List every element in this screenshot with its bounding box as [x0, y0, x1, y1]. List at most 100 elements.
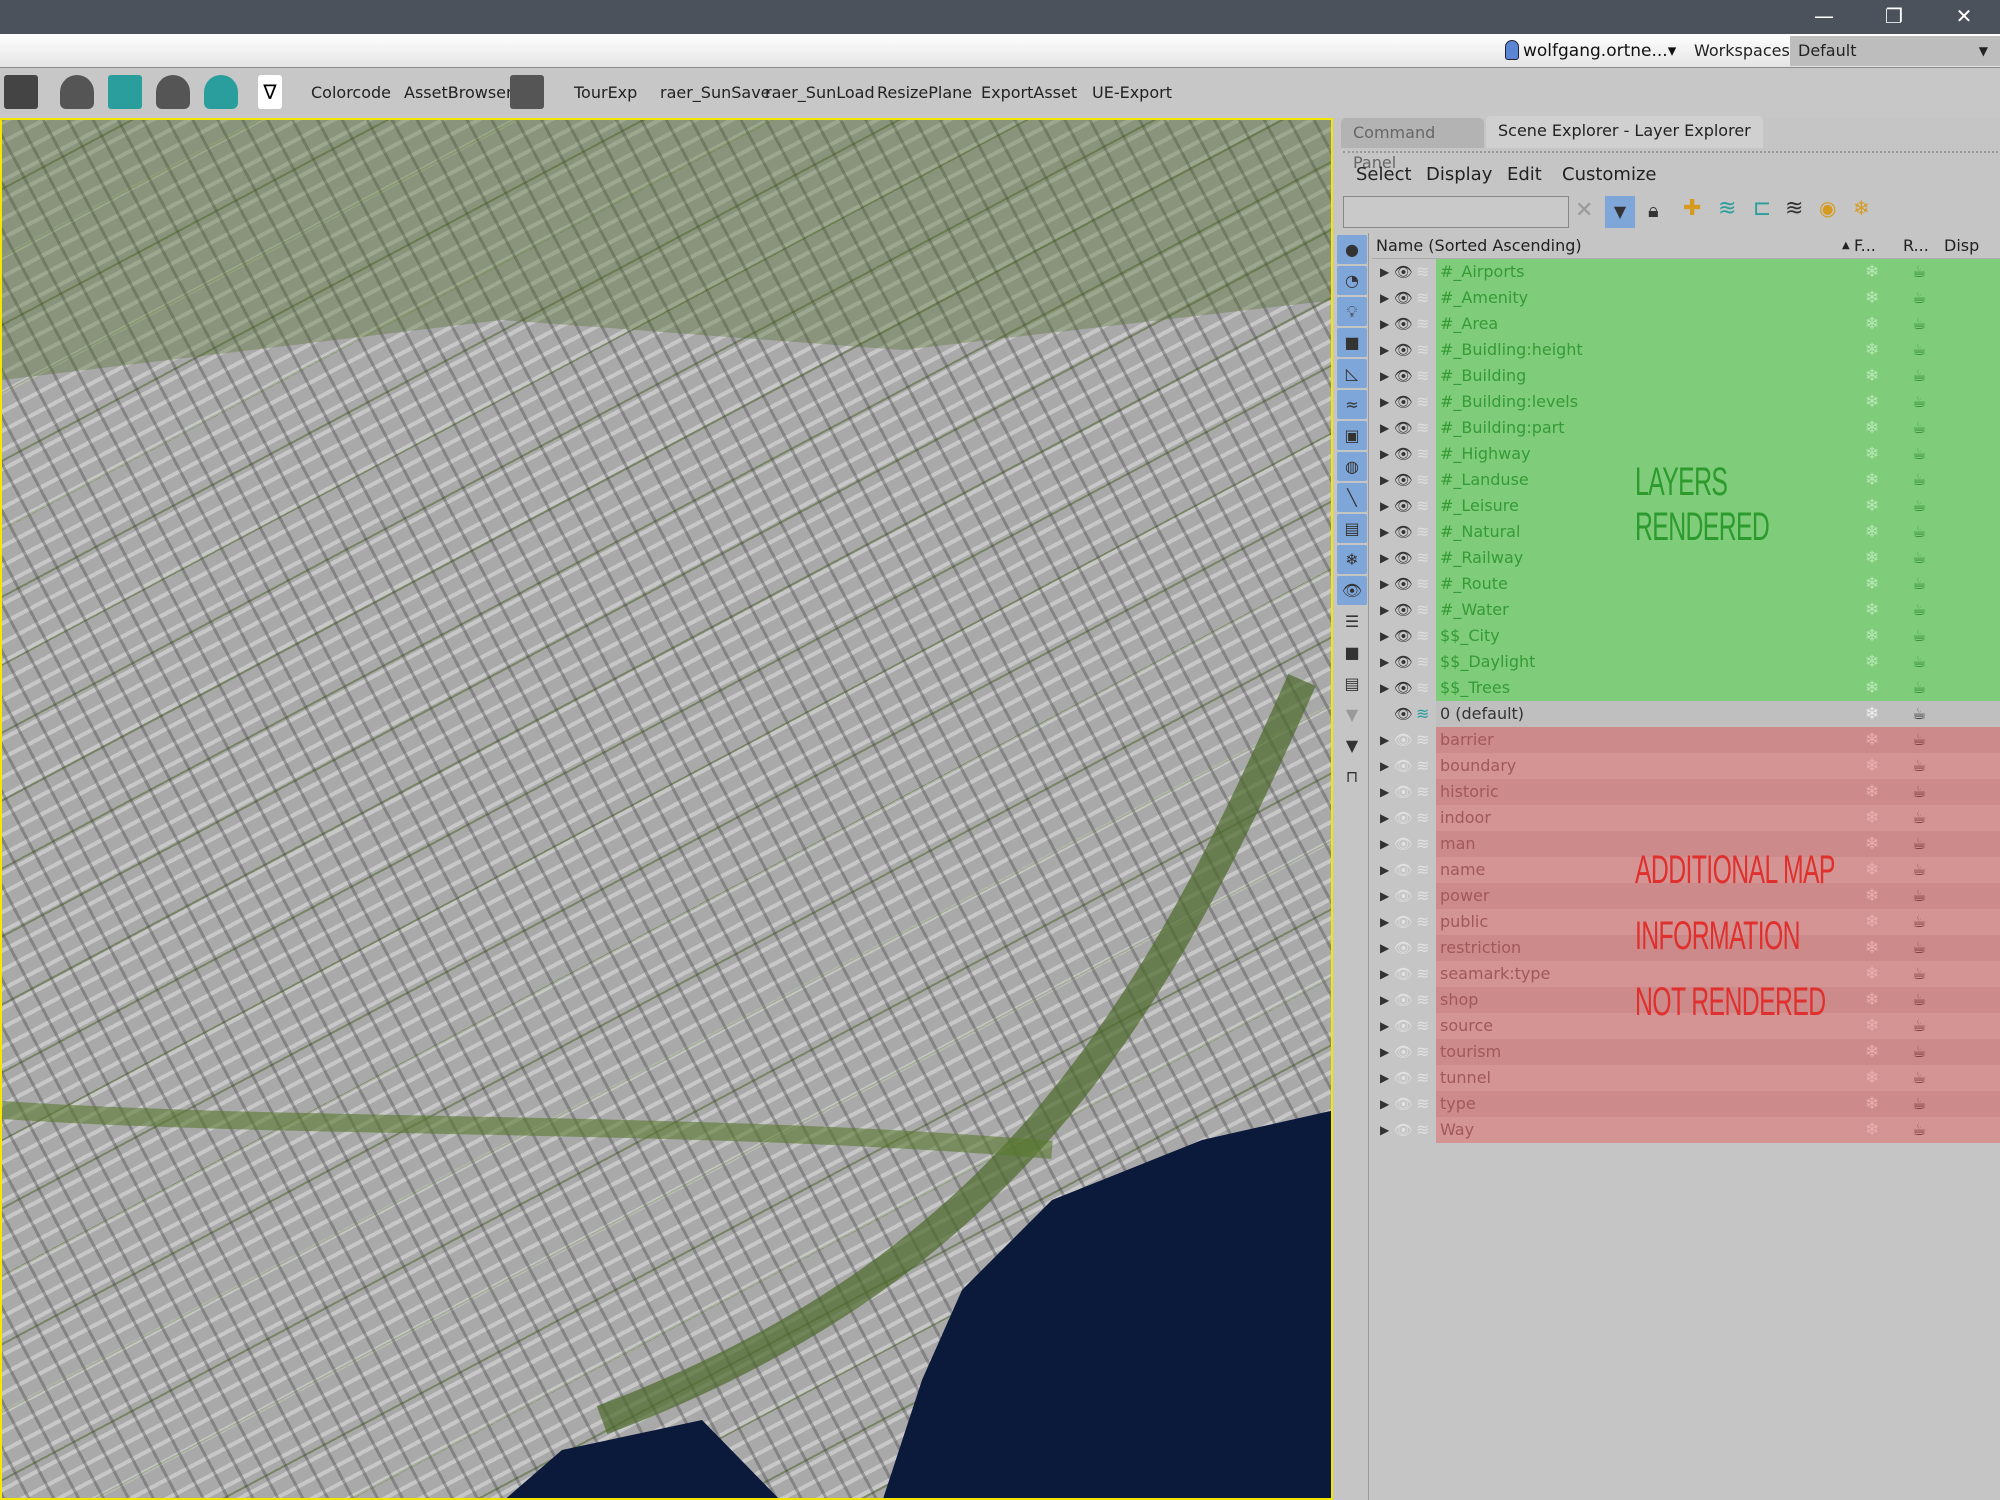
visibility-eye-icon[interactable]: 👁︎	[1394, 1065, 1413, 1091]
visibility-eye-icon[interactable]: 👁︎	[1394, 779, 1413, 805]
expand-arrow-icon[interactable]: ▶	[1380, 1117, 1389, 1143]
visibility-eye-icon[interactable]: 👁︎	[1394, 363, 1413, 389]
visibility-eye-icon[interactable]: 👁︎	[1394, 857, 1413, 883]
render-iterative-icon[interactable]	[156, 75, 190, 109]
expand-arrow-icon[interactable]: ▶	[1380, 519, 1389, 545]
hierarchy-icon[interactable]: ⊏	[1753, 196, 1771, 221]
render-teapot-icon[interactable]: ☕︎	[1912, 883, 1926, 909]
move-to-layer-icon[interactable]: ≋	[1718, 196, 1736, 221]
assetbrowser-button[interactable]: AssetBrowser	[404, 68, 513, 118]
column-name[interactable]: Name (Sorted Ascending)	[1376, 233, 1582, 259]
visibility-eye-icon[interactable]: 👁︎	[1394, 675, 1413, 701]
render-teapot-icon[interactable]: ☕︎	[1912, 753, 1926, 779]
menu-customize[interactable]: Customize	[1562, 164, 1656, 185]
render-teapot-icon[interactable]: ☕︎	[1912, 519, 1926, 545]
clear-search-icon[interactable]: ✕	[1575, 198, 1593, 223]
visibility-eye-icon[interactable]: 👁︎	[1394, 961, 1413, 987]
expand-arrow-icon[interactable]: ▶	[1380, 259, 1389, 285]
hidden-filter-icon[interactable]: 👁︎	[1337, 576, 1367, 605]
visibility-eye-icon[interactable]: 👁︎	[1394, 1039, 1413, 1065]
expand-arrow-icon[interactable]: ▶	[1380, 467, 1389, 493]
expand-arrow-icon[interactable]: ▶	[1380, 727, 1389, 753]
visibility-eye-icon[interactable]: 👁︎	[1394, 909, 1413, 935]
expand-arrow-icon[interactable]: ▶	[1380, 675, 1389, 701]
layer-row[interactable]: ▶ 👁︎ ≋ #_Area ❄ ☕︎	[1372, 311, 2000, 337]
render-teapot-icon[interactable]: ☕︎	[1912, 545, 1926, 571]
close-button[interactable]: ✕	[1936, 0, 1992, 34]
display-invert-icon[interactable]: ▤	[1337, 669, 1367, 698]
layer-row[interactable]: ▶ 👁︎ ≋ #_Building:part ❄ ☕︎	[1372, 415, 2000, 441]
expand-arrow-icon[interactable]: ▶	[1380, 753, 1389, 779]
column-render[interactable]: R...	[1903, 233, 1929, 259]
layer-row[interactable]: ▶ 👁︎ ≋ $$_Trees ❄ ☕︎	[1372, 675, 2000, 701]
visibility-eye-icon[interactable]: 👁︎	[1394, 1091, 1413, 1117]
visibility-eye-icon[interactable]: 👁︎	[1394, 389, 1413, 415]
expand-arrow-icon[interactable]: ▶	[1380, 831, 1389, 857]
visibility-eye-icon[interactable]: 👁︎	[1394, 987, 1413, 1013]
expand-arrow-icon[interactable]: ▶	[1380, 441, 1389, 467]
spacewarps-filter-icon[interactable]: ≈	[1337, 390, 1367, 419]
freeze-snowflake-icon[interactable]: ❄	[1865, 909, 1879, 935]
visibility-eye-icon[interactable]: 👁︎	[1394, 805, 1413, 831]
tab-scene-explorer[interactable]: Scene Explorer - Layer Explorer	[1486, 116, 1763, 148]
freeze-snowflake-icon[interactable]: ❄	[1865, 1013, 1879, 1039]
helpers-filter-icon[interactable]: ◺	[1337, 359, 1367, 388]
freeze-snowflake-icon[interactable]: ❄	[1865, 675, 1879, 701]
expand-arrow-icon[interactable]: ▶	[1380, 857, 1389, 883]
expand-arrow-icon[interactable]: ▶	[1380, 493, 1389, 519]
freeze-snowflake-icon[interactable]: ❄	[1865, 1117, 1879, 1143]
layer-row[interactable]: 👁︎ ≋ 0 (default) ❄ ☕︎	[1372, 701, 2000, 727]
restore-button[interactable]: ❐	[1866, 0, 1922, 34]
freeze-snowflake-icon[interactable]: ❄	[1865, 857, 1879, 883]
render-settings-icon[interactable]	[60, 75, 94, 109]
freeze-snowflake-icon[interactable]: ❄	[1865, 545, 1879, 571]
visibility-eye-icon[interactable]: 👁︎	[1394, 493, 1413, 519]
visibility-eye-icon[interactable]: 👁︎	[1394, 1013, 1413, 1039]
expand-arrow-icon[interactable]: ▶	[1380, 363, 1389, 389]
freeze-snowflake-icon[interactable]: ❄	[1865, 597, 1879, 623]
render-teapot-icon[interactable]: ☕︎	[1912, 311, 1926, 337]
freeze-snowflake-icon[interactable]: ❄	[1865, 1039, 1879, 1065]
lights-filter-icon[interactable]: 💡︎	[1337, 297, 1367, 326]
visibility-eye-icon[interactable]: 👁︎	[1394, 623, 1413, 649]
user-account-menu[interactable]: wolfgang.ortne...▾	[1505, 36, 1685, 66]
shapes-filter-icon[interactable]: ◔	[1337, 266, 1367, 295]
render-cloud-icon[interactable]	[204, 75, 238, 109]
groups-filter-icon[interactable]: ▣	[1337, 421, 1367, 450]
visibility-eye-icon[interactable]: 👁︎	[1394, 441, 1413, 467]
visibility-eye-icon[interactable]: 👁︎	[1394, 311, 1413, 337]
render-teapot-icon[interactable]: ☕︎	[1912, 441, 1926, 467]
layer-row[interactable]: ▶ 👁︎ ≋ barrier ❄ ☕︎	[1372, 727, 2000, 753]
bones-filter-icon[interactable]: ╲	[1337, 483, 1367, 512]
add-layer-icon[interactable]: ✚	[1683, 196, 1701, 221]
workspace-select[interactable]: Default ▼	[1790, 36, 2000, 66]
xrefs-filter-icon[interactable]: ◍	[1337, 452, 1367, 481]
layer-row[interactable]: ▶ 👁︎ ≋ $$_City ❄ ☕︎	[1372, 623, 2000, 649]
render-teapot-icon[interactable]: ☕︎	[1912, 961, 1926, 987]
sunload-button[interactable]: raer_SunLoad	[765, 68, 875, 118]
render-teapot-icon[interactable]: ☕︎	[1912, 597, 1926, 623]
freeze-snowflake-icon[interactable]: ❄	[1865, 337, 1879, 363]
freeze-snowflake-icon[interactable]: ❄	[1865, 935, 1879, 961]
expand-arrow-icon[interactable]: ▶	[1380, 415, 1389, 441]
expand-arrow-icon[interactable]: ▶	[1380, 337, 1389, 363]
expand-arrow-icon[interactable]: ▶	[1380, 1091, 1389, 1117]
filter-select-icon[interactable]: ▼	[1605, 196, 1635, 228]
render-teapot-icon[interactable]: ☕︎	[1912, 623, 1926, 649]
render-teapot-icon[interactable]: ☕︎	[1912, 701, 1926, 727]
freeze-snowflake-icon[interactable]: ❄	[1865, 493, 1879, 519]
render-teapot-icon[interactable]: ☕︎	[1912, 935, 1926, 961]
column-frozen[interactable]: F...	[1854, 233, 1876, 259]
visibility-eye-icon[interactable]: 👁︎	[1394, 415, 1413, 441]
cameras-filter-icon[interactable]: ■	[1337, 328, 1367, 357]
freeze-snowflake-icon[interactable]: ❄	[1865, 467, 1879, 493]
render-teapot-icon[interactable]: ☕︎	[1912, 857, 1926, 883]
render-teapot-icon[interactable]: ☕︎	[1912, 467, 1926, 493]
render-teapot-icon[interactable]: ☕︎	[1912, 285, 1926, 311]
render-teapot-icon[interactable]: ☕︎	[1912, 493, 1926, 519]
visibility-eye-icon[interactable]: 👁︎	[1394, 883, 1413, 909]
freeze-snowflake-icon[interactable]: ❄	[1865, 883, 1879, 909]
expand-arrow-icon[interactable]: ▶	[1380, 909, 1389, 935]
visibility-eye-icon[interactable]: 👁︎	[1394, 519, 1413, 545]
expand-arrow-icon[interactable]: ▶	[1380, 935, 1389, 961]
